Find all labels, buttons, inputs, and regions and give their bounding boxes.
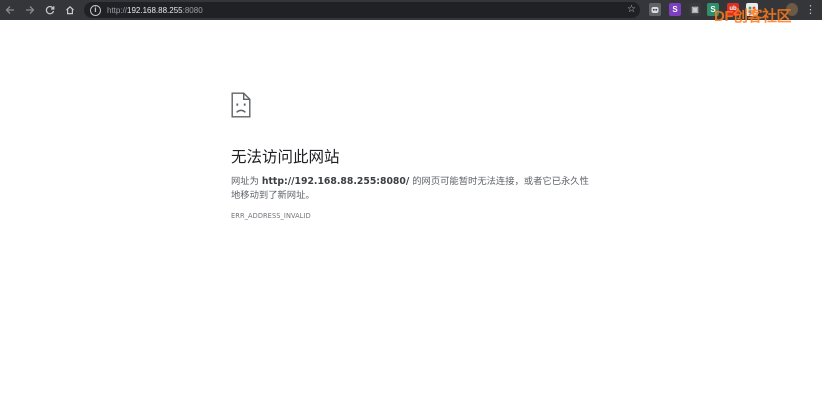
back-arrow-icon[interactable]: [0, 0, 20, 20]
error-code: ERR_ADDRESS_INVALID: [231, 212, 311, 220]
url-prefix: http://: [107, 5, 128, 15]
home-icon[interactable]: [60, 0, 80, 20]
error-description: 网址为 http://192.168.88.255:8080/ 的网页可能暂时无…: [231, 175, 591, 202]
menu-dots-icon[interactable]: ⋮: [805, 2, 816, 18]
bookmark-star-icon[interactable]: ☆: [627, 2, 636, 18]
desc-before: 网址为: [231, 176, 262, 187]
error-title: 无法访问此网站: [231, 148, 340, 166]
forward-arrow-icon[interactable]: [20, 0, 40, 20]
site-info-icon[interactable]: i: [90, 4, 101, 16]
sad-page-icon: [231, 92, 251, 118]
url-port: :8080: [182, 5, 203, 15]
extension-ghost-icon[interactable]: [649, 3, 661, 16]
url-host: 192.168.88.255: [127, 5, 183, 15]
address-bar[interactable]: i http://192.168.88.255:8080 ☆: [84, 2, 640, 18]
extension-camera-icon[interactable]: ▣: [689, 3, 701, 16]
desc-url: http://192.168.88.255:8080/: [261, 176, 410, 187]
browser-toolbar: i http://192.168.88.255:8080 ☆ S ▣ S ub …: [0, 0, 822, 25]
extension-s-purple-icon[interactable]: S: [669, 3, 681, 16]
watermark-logo: DF创客社区: [714, 8, 792, 25]
url-text[interactable]: http://192.168.88.255:8080: [107, 6, 203, 15]
reload-icon[interactable]: [40, 0, 60, 20]
error-content: 无法访问此网站 网址为 http://192.168.88.255:8080/ …: [231, 92, 631, 220]
